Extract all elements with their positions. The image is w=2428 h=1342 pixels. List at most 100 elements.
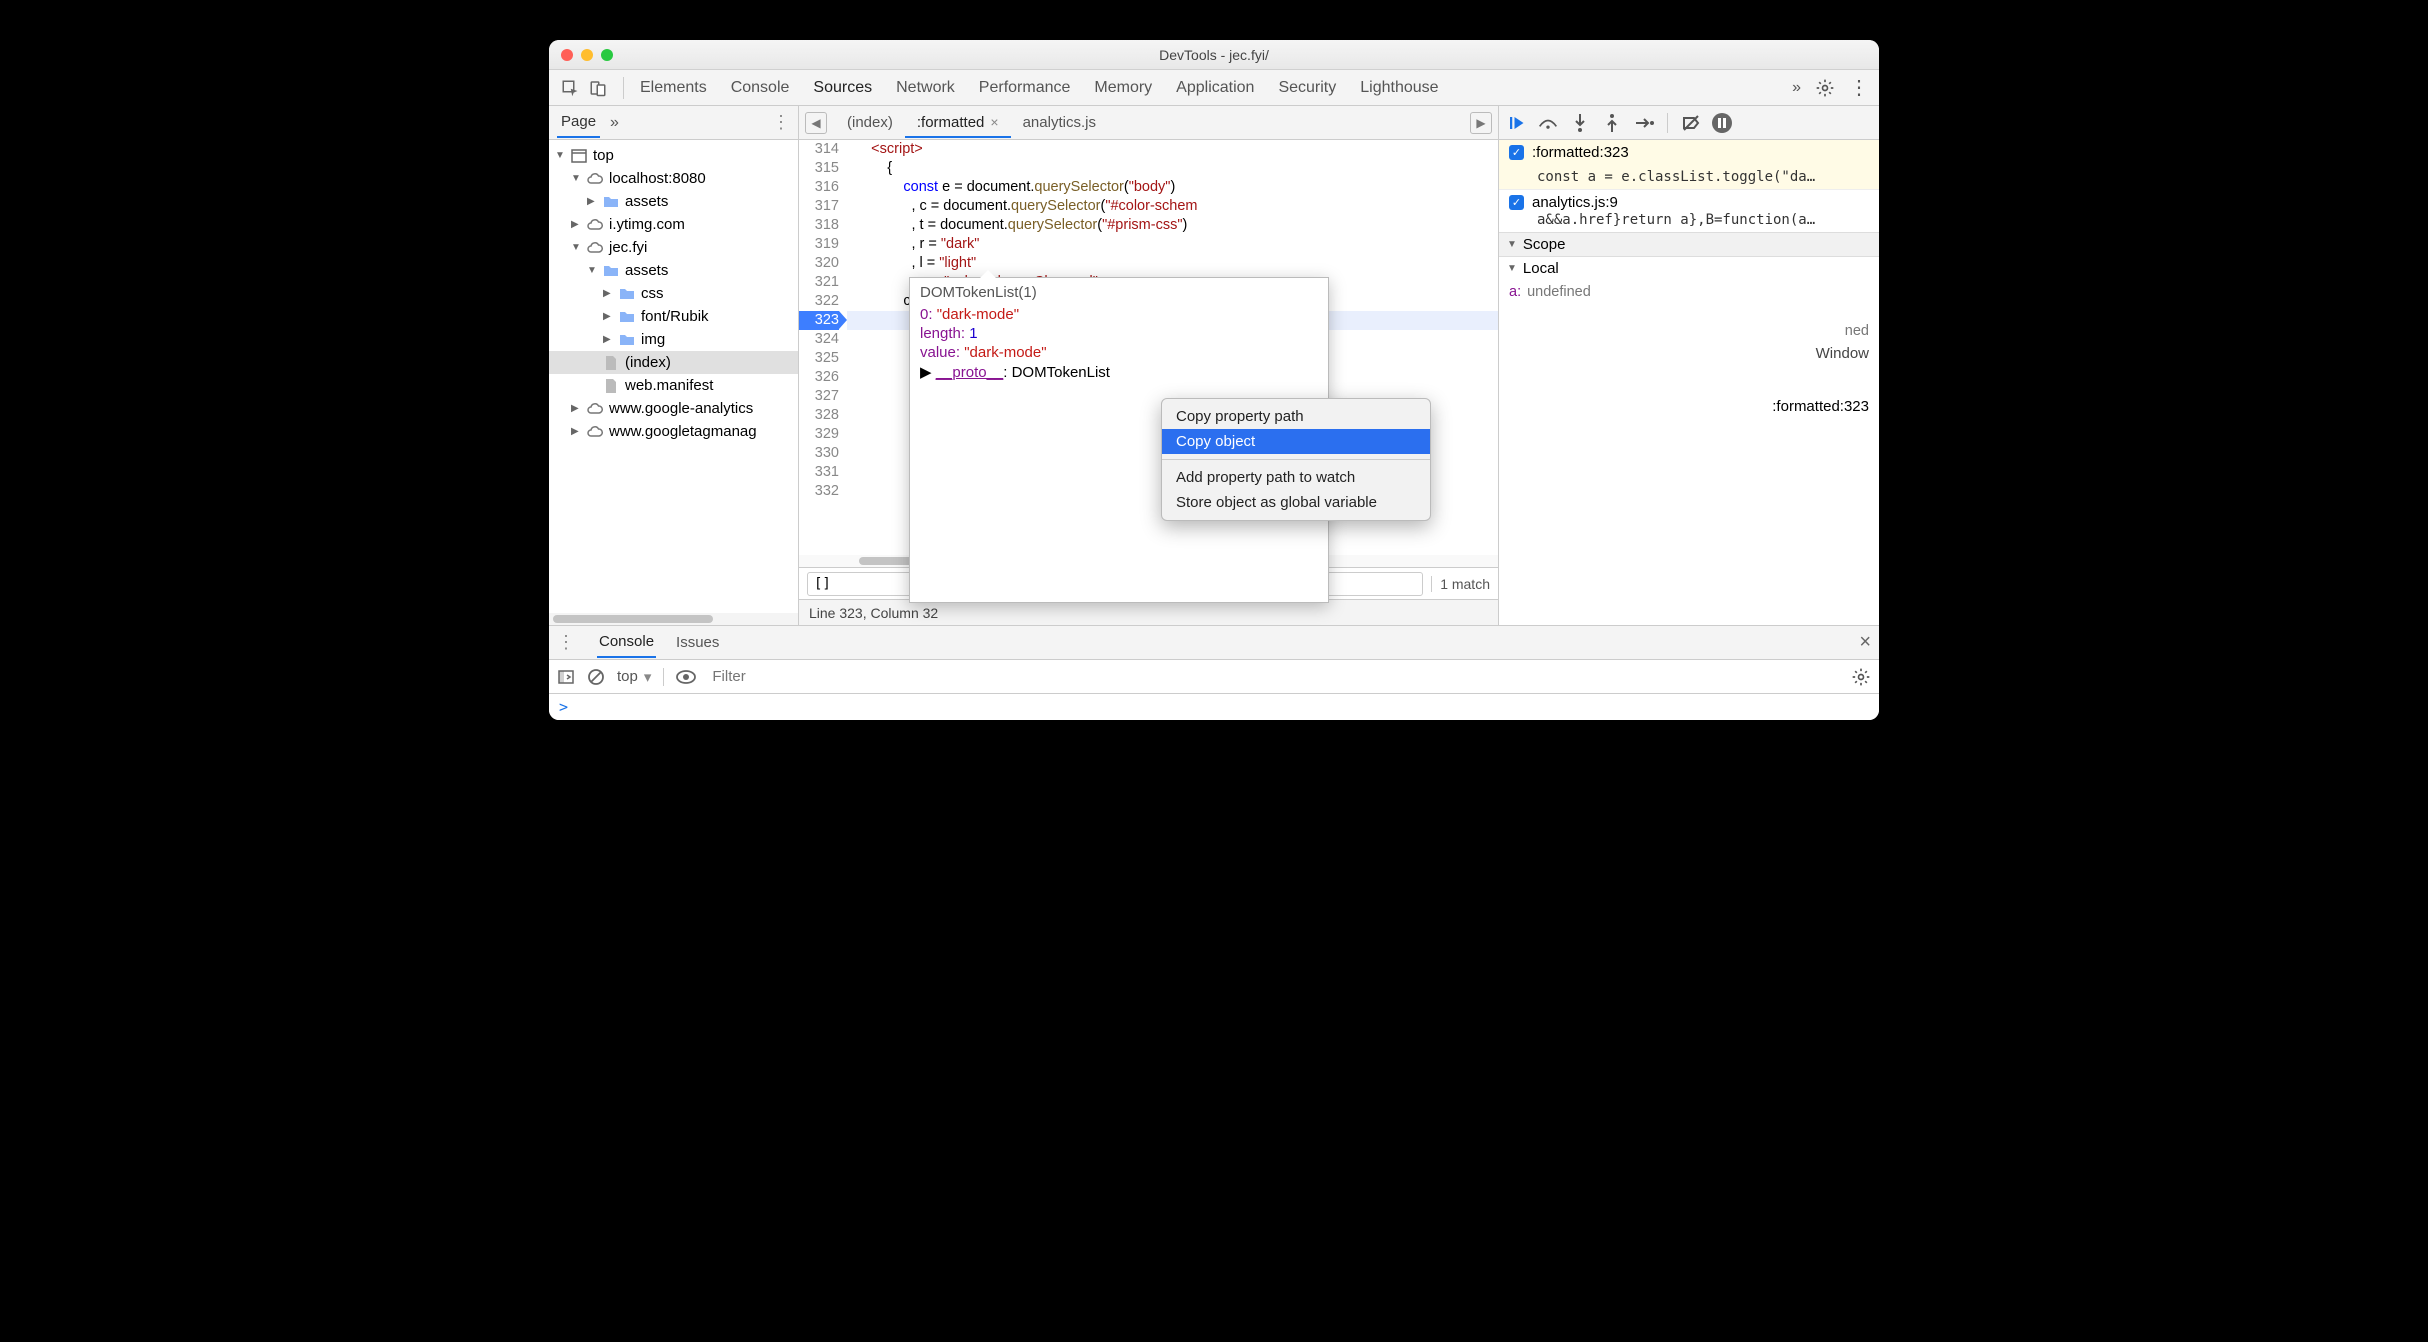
line-number[interactable]: 322	[799, 292, 839, 311]
line-number[interactable]: 330	[799, 444, 839, 463]
navigator-overflow-icon[interactable]: »	[610, 114, 619, 132]
line-number[interactable]: 320	[799, 254, 839, 273]
code-line[interactable]: , r = "dark"	[847, 235, 1498, 254]
main-tab-sources[interactable]: Sources	[813, 75, 872, 101]
line-number[interactable]: 314	[799, 140, 839, 159]
context-menu-item[interactable]: Store object as global variable	[1162, 490, 1430, 515]
line-number[interactable]: 325	[799, 349, 839, 368]
drawer-tab-console[interactable]: Console	[597, 627, 656, 658]
tree-node-folder[interactable]: ▶font/Rubik	[549, 305, 798, 328]
line-number[interactable]: 324	[799, 330, 839, 349]
scope-local-header[interactable]: ▼Local	[1499, 257, 1879, 280]
line-number[interactable]: 327	[799, 387, 839, 406]
scope-global[interactable]: Window	[1499, 343, 1879, 364]
line-number[interactable]: 316	[799, 178, 839, 197]
step-into-icon[interactable]	[1569, 112, 1591, 134]
context-menu-item[interactable]: Add property path to watch	[1162, 465, 1430, 490]
drawer-tab-issues[interactable]: Issues	[674, 628, 721, 657]
line-number[interactable]: 329	[799, 425, 839, 444]
file-tab[interactable]: analytics.js	[1011, 108, 1108, 137]
popover-property[interactable]: 0: "dark-mode"	[920, 305, 1318, 324]
tree-node-cloud[interactable]: ▼jec.fyi	[549, 236, 798, 259]
console-settings-icon[interactable]	[1851, 667, 1871, 687]
scope-var[interactable]: ned	[1509, 321, 1869, 341]
console-filter-input[interactable]	[708, 664, 1839, 689]
line-number[interactable]: 326	[799, 368, 839, 387]
line-number[interactable]: 317	[799, 197, 839, 216]
step-out-icon[interactable]	[1601, 112, 1623, 134]
file-tab[interactable]: (index)	[835, 108, 905, 137]
breakpoint-row[interactable]: ✓ :formatted:323	[1499, 140, 1879, 165]
settings-icon[interactable]	[1815, 78, 1835, 98]
main-tab-lighthouse[interactable]: Lighthouse	[1360, 75, 1438, 101]
step-icon[interactable]	[1633, 112, 1655, 134]
tree-node-cloud[interactable]: ▶i.ytimg.com	[549, 213, 798, 236]
tree-node-cloud[interactable]: ▼localhost:8080	[549, 167, 798, 190]
breakpoint-checkbox[interactable]: ✓	[1509, 195, 1524, 210]
line-number[interactable]: 321	[799, 273, 839, 292]
file-tab[interactable]: :formatted×	[905, 108, 1011, 137]
line-number[interactable]: 323	[799, 311, 839, 330]
main-tab-memory[interactable]: Memory	[1094, 75, 1152, 101]
line-number[interactable]: 318	[799, 216, 839, 235]
nav-forward-icon[interactable]: ▶	[1470, 112, 1492, 134]
tree-node-folder[interactable]: ▶css	[549, 282, 798, 305]
scope-header[interactable]: ▼Scope	[1499, 232, 1879, 257]
deactivate-breakpoints-icon[interactable]	[1680, 112, 1702, 134]
code-line[interactable]: {	[847, 159, 1498, 178]
tree-node-frame[interactable]: ▼top	[549, 144, 798, 167]
main-tab-security[interactable]: Security	[1278, 75, 1336, 101]
navigator-tab-page[interactable]: Page	[557, 107, 600, 138]
file-tree[interactable]: ▼top▼localhost:8080▶assets▶i.ytimg.com▼j…	[549, 140, 798, 613]
code-line[interactable]: <script>	[847, 140, 1498, 159]
execution-context-select[interactable]: top▾	[617, 668, 664, 686]
main-tab-application[interactable]: Application	[1176, 75, 1254, 101]
popover-property[interactable]: value: "dark-mode"	[920, 343, 1318, 362]
tree-node-file[interactable]: web.manifest	[549, 374, 798, 397]
console-input-row[interactable]: >	[549, 694, 1879, 720]
popover-proto[interactable]: ▶ __proto__: DOMTokenList	[920, 362, 1318, 382]
tree-node-folder[interactable]: ▶img	[549, 328, 798, 351]
tree-node-folder[interactable]: ▼assets	[549, 259, 798, 282]
pause-on-exceptions-icon[interactable]	[1712, 113, 1732, 133]
line-number[interactable]: 319	[799, 235, 839, 254]
code-line[interactable]: , l = "light"	[847, 254, 1498, 273]
line-number[interactable]: 332	[799, 482, 839, 501]
main-tab-network[interactable]: Network	[896, 75, 955, 101]
tree-node-cloud[interactable]: ▶www.google-analytics	[549, 397, 798, 420]
breakpoint-checkbox[interactable]: ✓	[1509, 145, 1524, 160]
breakpoint-row[interactable]: ✓ analytics.js:9 a&&a.href}return a},B=f…	[1499, 189, 1879, 232]
popover-property[interactable]: length: 1	[920, 324, 1318, 343]
inspect-element-icon[interactable]	[559, 77, 581, 99]
code-line[interactable]: , c = document.querySelector("#color-sch…	[847, 197, 1498, 216]
drawer-kebab-icon[interactable]: ⋮	[557, 632, 575, 653]
live-expression-icon[interactable]	[676, 670, 696, 684]
clear-console-icon[interactable]	[587, 668, 605, 686]
context-menu-item[interactable]: Copy object	[1162, 429, 1430, 454]
tabs-overflow-icon[interactable]: »	[1792, 79, 1801, 97]
line-number[interactable]: 328	[799, 406, 839, 425]
tab-close-icon[interactable]: ×	[990, 114, 998, 130]
line-number[interactable]: 315	[799, 159, 839, 178]
line-number[interactable]: 331	[799, 463, 839, 482]
tree-node-folder[interactable]: ▶assets	[549, 190, 798, 213]
code-line[interactable]: const e = document.querySelector("body")	[847, 178, 1498, 197]
device-toolbar-icon[interactable]	[587, 77, 609, 99]
resume-icon[interactable]	[1505, 112, 1527, 134]
main-tab-elements[interactable]: Elements	[640, 75, 707, 101]
main-tab-console[interactable]: Console	[731, 75, 790, 101]
kebab-menu-icon[interactable]: ⋮	[1849, 75, 1869, 100]
tree-node-file[interactable]: (index)	[549, 351, 798, 374]
tree-node-cloud[interactable]: ▶www.googletagmanag	[549, 420, 798, 443]
callstack-frame[interactable]: (anonymous) :formatted:323	[1499, 394, 1879, 419]
console-sidebar-toggle-icon[interactable]	[557, 668, 575, 686]
navigator-kebab-icon[interactable]: ⋮	[772, 112, 790, 133]
nav-back-icon[interactable]: ◀	[805, 112, 827, 134]
context-menu-item[interactable]: Copy property path	[1162, 404, 1430, 429]
main-tab-performance[interactable]: Performance	[979, 75, 1071, 101]
scope-var[interactable]: a:undefined	[1509, 282, 1869, 302]
step-over-icon[interactable]	[1537, 112, 1559, 134]
drawer-close-icon[interactable]: ×	[1859, 631, 1871, 654]
sidebar-scrollbar[interactable]	[549, 613, 798, 625]
line-gutter[interactable]: 3143153163173183193203213223233243253263…	[799, 140, 847, 555]
